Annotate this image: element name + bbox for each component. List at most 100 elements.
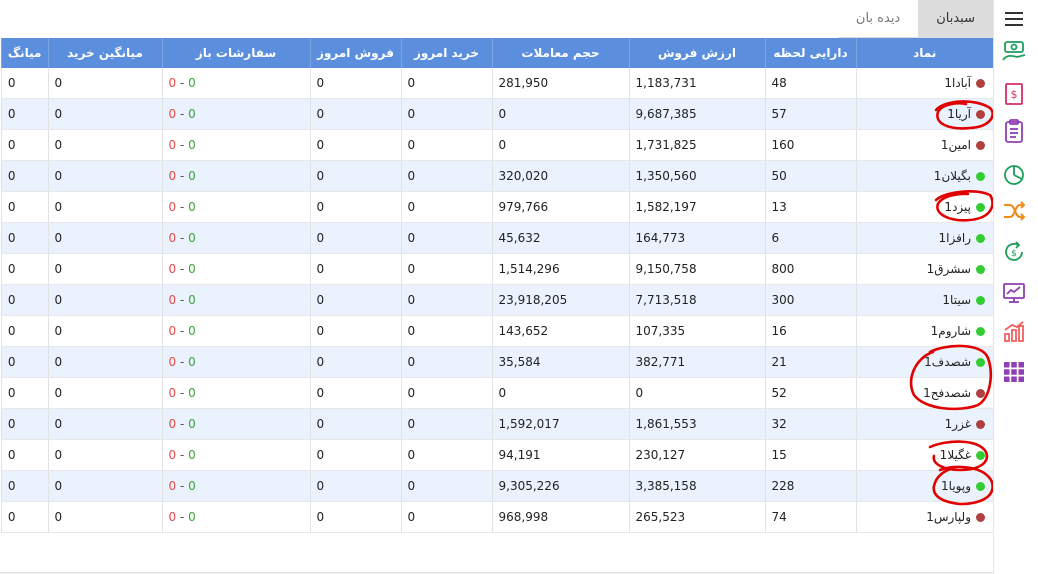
column-header-avg[interactable]: میانگ: [0, 38, 48, 68]
cash-hand-icon[interactable]: [1000, 37, 1028, 65]
cell-avg-buy: 0: [47, 470, 162, 502]
table-row[interactable]: پیزد1 13 1,582,197 979,766 0 0 0 - 000: [0, 191, 993, 223]
status-dot-icon: [976, 110, 985, 119]
table-row[interactable]: سیتا1 300 7,713,518 23,918,205 0 0 0 - 000: [0, 284, 993, 316]
refresh-dollar-icon[interactable]: $: [1000, 238, 1028, 266]
cell-symbol[interactable]: غگیلا1: [855, 439, 993, 471]
open-orders-separator: -: [176, 417, 189, 431]
cell-buy-today: 0: [400, 408, 492, 440]
open-buy-count: 0: [188, 510, 196, 524]
column-header-symbol[interactable]: نماد: [855, 38, 993, 68]
clipboard-icon[interactable]: [1000, 117, 1028, 145]
open-buy-count: 0: [188, 417, 196, 431]
cell-symbol[interactable]: بگیلان1: [855, 160, 993, 192]
open-buy-count: 0: [188, 76, 196, 90]
cell-symbol[interactable]: ولپارس1: [855, 501, 993, 533]
cell-volume: 0: [491, 377, 629, 409]
cell-symbol[interactable]: آبادا1: [855, 68, 993, 99]
cell-avg: 0: [0, 346, 48, 378]
column-header-sell-today[interactable]: فروش امروز: [309, 38, 401, 68]
cell-symbol[interactable]: شصدفح1: [855, 377, 993, 409]
pie-chart-icon[interactable]: [1000, 160, 1028, 188]
cell-avg-buy: 0: [47, 191, 162, 223]
open-buy-count: 0: [188, 479, 196, 493]
growth-chart-icon[interactable]: [1000, 318, 1028, 346]
table-row[interactable]: شصدفح1 52 0 0 0 0 0 - 000: [0, 377, 993, 409]
cell-symbol[interactable]: رافزا1: [855, 222, 993, 254]
cell-holding: 74: [764, 501, 856, 533]
cell-avg-buy: 0: [47, 501, 162, 533]
right-toolbar: $ $: [993, 0, 1038, 574]
symbol-label: آبادا1: [944, 76, 971, 90]
table-row[interactable]: بگیلان1 50 1,350,560 320,020 0 0 0 - 000: [0, 160, 993, 192]
cell-symbol[interactable]: غزر1: [855, 408, 993, 440]
shuffle-icon[interactable]: [1000, 197, 1028, 225]
cell-holding: 32: [764, 408, 856, 440]
open-buy-count: 0: [188, 386, 196, 400]
open-buy-count: 0: [188, 231, 196, 245]
cell-symbol[interactable]: آریا1: [855, 98, 993, 130]
cell-avg: 0: [0, 501, 48, 533]
grid-apps-icon[interactable]: [1000, 358, 1028, 386]
cell-buy-today: 0: [400, 501, 492, 533]
column-header-avg-buy[interactable]: میانگین خرید: [47, 38, 162, 68]
table-row[interactable]: ولپارس1 74 265,523 968,998 0 0 0 - 000: [0, 501, 993, 533]
cell-holding: 50: [764, 160, 856, 192]
cell-sell-today: 0: [309, 191, 401, 223]
cell-symbol[interactable]: سیتا1: [855, 284, 993, 316]
cell-volume: 1,514,296: [491, 253, 629, 285]
cell-symbol[interactable]: شصدف1: [855, 346, 993, 378]
cell-holding: 6: [764, 222, 856, 254]
cell-holding: 228: [764, 470, 856, 502]
open-sell-count: 0: [168, 169, 177, 183]
column-header-open-orders[interactable]: سفارشات باز: [161, 38, 310, 68]
symbol-label: رافزا1: [938, 231, 971, 245]
cell-symbol[interactable]: پیزد1: [855, 191, 993, 223]
table-row[interactable]: رافزا1 6 164,773 45,632 0 0 0 - 000: [0, 222, 993, 254]
cell-buy-today: 0: [400, 470, 492, 502]
cell-open-orders: 0 - 0: [161, 284, 310, 316]
cell-sell-value: 230,127: [628, 439, 765, 471]
bill-icon[interactable]: $: [1000, 80, 1028, 108]
table-row[interactable]: آریا1 57 9,687,385 0 0 0 0 - 000: [0, 98, 993, 130]
table-row[interactable]: امین1 160 1,731,825 0 0 0 0 - 000: [0, 129, 993, 161]
table-row[interactable]: شاروم1 16 107,335 143,652 0 0 0 - 000: [0, 315, 993, 347]
cell-avg-buy: 0: [47, 160, 162, 192]
cell-avg-buy: 0: [47, 408, 162, 440]
column-header-holding[interactable]: دارایی لحظه: [764, 38, 856, 68]
cell-sell-today: 0: [309, 253, 401, 285]
table-row[interactable]: شصدف1 21 382,771 35,584 0 0 0 - 000: [0, 346, 993, 378]
open-buy-count: 0: [188, 107, 196, 121]
cell-open-orders: 0 - 0: [161, 191, 310, 223]
column-header-volume[interactable]: حجم معاملات: [491, 38, 629, 68]
table-row[interactable]: وپویا1 228 3,385,158 9,305,226 0 0 0 - 000: [0, 470, 993, 502]
svg-text:$: $: [1011, 249, 1017, 259]
open-orders-separator: -: [176, 169, 189, 183]
cell-avg: 0: [0, 439, 48, 471]
cell-symbol[interactable]: شاروم1: [855, 315, 993, 347]
column-header-buy-today[interactable]: خرید امروز: [400, 38, 492, 68]
cell-volume: 45,632: [491, 222, 629, 254]
open-orders-separator: -: [176, 231, 189, 245]
cell-avg-buy: 0: [47, 315, 162, 347]
table-row[interactable]: سشرق1 800 9,150,758 1,514,296 0 0 0 - 000: [0, 253, 993, 285]
cell-volume: 0: [491, 129, 629, 161]
tab-watchlist[interactable]: دیده بان: [837, 0, 919, 38]
open-orders-separator: -: [176, 262, 189, 276]
cell-symbol[interactable]: سشرق1: [855, 253, 993, 285]
cell-volume: 23,918,205: [491, 284, 629, 316]
column-header-sell-value[interactable]: ارزش فروش: [628, 38, 765, 68]
hamburger-menu-icon[interactable]: [1000, 5, 1028, 33]
table-row[interactable]: آبادا1 48 1,183,731 281,950 0 0 0 - 000: [0, 68, 993, 99]
tab-sabadban[interactable]: سبدبان: [918, 0, 993, 38]
table-row[interactable]: غگیلا1 15 230,127 94,191 0 0 0 - 000: [0, 439, 993, 471]
cell-symbol[interactable]: امین1: [855, 129, 993, 161]
cell-open-orders: 0 - 0: [161, 222, 310, 254]
monitor-chart-icon[interactable]: [1000, 279, 1028, 307]
open-sell-count: 0: [168, 510, 177, 524]
cell-symbol[interactable]: وپویا1: [855, 470, 993, 502]
open-orders-separator: -: [176, 355, 189, 369]
cell-avg: 0: [0, 470, 48, 502]
cell-open-orders: 0 - 0: [161, 470, 310, 502]
table-row[interactable]: غزر1 32 1,861,553 1,592,017 0 0 0 - 000: [0, 408, 993, 440]
